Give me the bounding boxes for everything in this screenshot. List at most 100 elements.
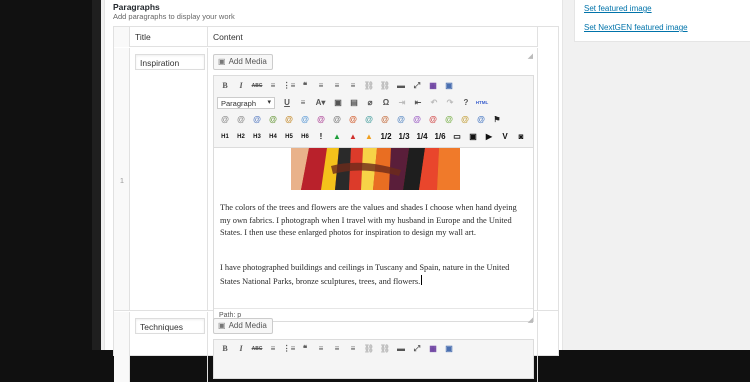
- title-input[interactable]: Techniques: [135, 318, 205, 334]
- toolbar-toggle-icon[interactable]: ▦: [425, 341, 441, 356]
- fullscreen-icon[interactable]: ⤢: [409, 341, 425, 356]
- clear-format-icon[interactable]: ⌀: [362, 95, 378, 110]
- set-featured-image-link[interactable]: Set featured image: [584, 4, 652, 13]
- resize-grip-icon[interactable]: ◢: [528, 52, 533, 60]
- flag-icon[interactable]: ⚑: [489, 112, 505, 127]
- link-icon[interactable]: ⛓: [361, 341, 377, 356]
- shortcode-icon[interactable]: @: [217, 112, 233, 127]
- fullscreen-icon[interactable]: ⤢: [409, 78, 425, 93]
- editor-content[interactable]: The colors of the trees and flowers are …: [214, 148, 533, 308]
- unlink-icon[interactable]: ⛓: [377, 78, 393, 93]
- shortcode-icon[interactable]: @: [329, 112, 345, 127]
- align-left-icon[interactable]: ≡: [313, 78, 329, 93]
- heading-4-button[interactable]: H4: [265, 129, 281, 144]
- one-half-column-button[interactable]: 1/2: [377, 129, 395, 144]
- numbered-list-icon[interactable]: ⋮≡: [281, 78, 297, 93]
- one-quarter-column-button[interactable]: 1/4: [413, 129, 431, 144]
- vimeo-icon[interactable]: V: [497, 129, 513, 144]
- row-order-handle[interactable]: [114, 312, 130, 382]
- one-third-column-button[interactable]: 1/3: [395, 129, 413, 144]
- alert-button[interactable]: !: [313, 129, 329, 144]
- more-tag-icon[interactable]: ▬: [393, 78, 409, 93]
- row-title-cell: Inspiration: [130, 48, 208, 310]
- undo-icon[interactable]: ↶: [426, 95, 442, 110]
- shortcode-icon[interactable]: @: [233, 112, 249, 127]
- paragraphs-postbox: Paragraphs Add paragraphs to display you…: [104, 0, 563, 382]
- youtube-icon[interactable]: ▶: [481, 129, 497, 144]
- error-alert-icon[interactable]: ▲: [345, 129, 361, 144]
- heading-3-button[interactable]: H3: [249, 129, 265, 144]
- resize-grip-icon[interactable]: ◢: [528, 316, 533, 324]
- add-media-button[interactable]: ▣ Add Media: [213, 318, 273, 334]
- gallery-icon[interactable]: ▣: [441, 78, 457, 93]
- box-icon[interactable]: ▣: [465, 129, 481, 144]
- justify-icon[interactable]: ≡: [295, 95, 311, 110]
- help-icon[interactable]: ?: [458, 95, 474, 110]
- html-icon[interactable]: HTML: [474, 95, 490, 110]
- align-left-icon[interactable]: ≡: [313, 341, 329, 356]
- heading-5-button[interactable]: H5: [281, 129, 297, 144]
- shortcode-icon[interactable]: @: [457, 112, 473, 127]
- add-media-button[interactable]: ▣ Add Media: [213, 54, 273, 70]
- underline-button[interactable]: U: [279, 95, 295, 110]
- inline-artwork-image: [291, 148, 460, 190]
- bullet-list-icon[interactable]: ≡: [265, 341, 281, 356]
- link-icon[interactable]: ⛓: [361, 78, 377, 93]
- align-right-icon[interactable]: ≡: [345, 341, 361, 356]
- success-alert-icon[interactable]: ▲: [329, 129, 345, 144]
- shortcode-icon[interactable]: @: [313, 112, 329, 127]
- text-color-icon[interactable]: A▾: [311, 95, 330, 110]
- strikethrough-button[interactable]: ABC: [249, 78, 265, 93]
- editor-canvas: Paragraphs Add paragraphs to display you…: [101, 0, 750, 382]
- shortcode-icon[interactable]: @: [473, 112, 489, 127]
- redo-icon[interactable]: ↷: [442, 95, 458, 110]
- heading-1-button[interactable]: H1: [217, 129, 233, 144]
- special-char-icon[interactable]: Ω: [378, 95, 394, 110]
- editor-paragraph: The colors of the trees and flowers are …: [220, 203, 517, 238]
- repeater-table: Title Content 1 Inspiration ◢ ▣ Add Medi…: [113, 26, 559, 382]
- repeater-row: Techniques ◢ ▣ Add Media B I ABC ≡ ⋮≡ ❝ …: [114, 312, 558, 382]
- format-select[interactable]: Paragraph: [217, 96, 275, 109]
- shortcode-icon[interactable]: @: [297, 112, 313, 127]
- paste-word-icon[interactable]: ▤: [346, 95, 362, 110]
- title-input[interactable]: Inspiration: [135, 54, 205, 70]
- more-tag-icon[interactable]: ▬: [393, 341, 409, 356]
- shortcode-icon[interactable]: @: [441, 112, 457, 127]
- blockquote-icon[interactable]: ❝: [297, 341, 313, 356]
- italic-button[interactable]: I: [233, 78, 249, 93]
- align-center-icon[interactable]: ≡: [329, 341, 345, 356]
- outdent-icon[interactable]: ⇤: [410, 95, 426, 110]
- media-icon: ▣: [218, 57, 226, 66]
- paste-text-icon[interactable]: ▣: [330, 95, 346, 110]
- indent-icon[interactable]: ⇥: [394, 95, 410, 110]
- align-right-icon[interactable]: ≡: [345, 78, 361, 93]
- align-center-icon[interactable]: ≡: [329, 78, 345, 93]
- shortcode-icon[interactable]: @: [425, 112, 441, 127]
- camera-icon[interactable]: ◙: [513, 129, 529, 144]
- toolbar-toggle-icon[interactable]: ▦: [425, 78, 441, 93]
- shortcode-icon[interactable]: @: [265, 112, 281, 127]
- shortcode-icon[interactable]: @: [393, 112, 409, 127]
- strikethrough-button[interactable]: ABC: [249, 341, 265, 356]
- numbered-list-icon[interactable]: ⋮≡: [281, 341, 297, 356]
- heading-2-button[interactable]: H2: [233, 129, 249, 144]
- bullet-list-icon[interactable]: ≡: [265, 78, 281, 93]
- one-sixth-column-button[interactable]: 1/6: [431, 129, 449, 144]
- gallery-icon[interactable]: ▣: [441, 341, 457, 356]
- italic-button[interactable]: I: [233, 341, 249, 356]
- unlink-icon[interactable]: ⛓: [377, 341, 393, 356]
- shortcode-icon[interactable]: @: [361, 112, 377, 127]
- bold-button[interactable]: B: [217, 78, 233, 93]
- shortcode-icon[interactable]: @: [377, 112, 393, 127]
- shortcode-icon[interactable]: @: [249, 112, 265, 127]
- row-order-handle[interactable]: 1: [114, 48, 130, 310]
- set-nextgen-featured-image-link[interactable]: Set NextGEN featured image: [584, 23, 688, 32]
- heading-6-button[interactable]: H6: [297, 129, 313, 144]
- divider-icon[interactable]: ▭: [449, 129, 465, 144]
- shortcode-icon[interactable]: @: [281, 112, 297, 127]
- shortcode-icon[interactable]: @: [345, 112, 361, 127]
- bold-button[interactable]: B: [217, 341, 233, 356]
- shortcode-icon[interactable]: @: [409, 112, 425, 127]
- warning-alert-icon[interactable]: ▲: [361, 129, 377, 144]
- blockquote-icon[interactable]: ❝: [297, 78, 313, 93]
